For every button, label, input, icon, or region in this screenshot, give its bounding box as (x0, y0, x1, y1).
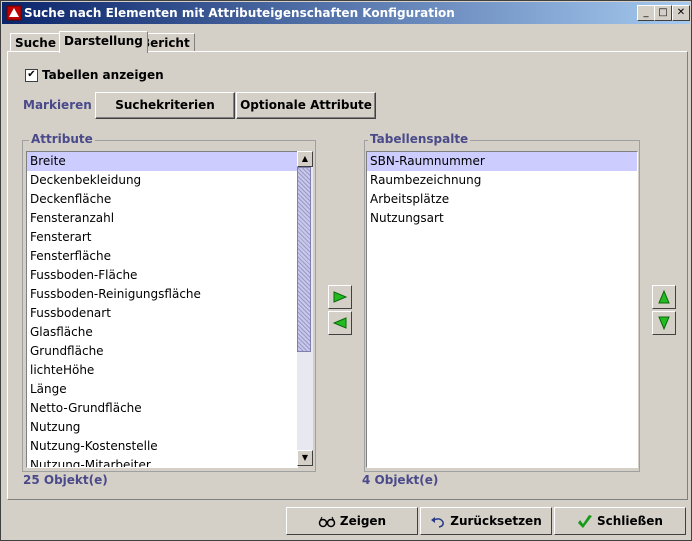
reset-button[interactable]: Zurücksetzen (420, 507, 552, 535)
table-column-group-title: Tabellenspalte (368, 132, 471, 146)
arrow-left-icon (332, 317, 347, 329)
table-column-list-item[interactable]: SBN-Raumnummer (367, 152, 637, 171)
attribute-list-item[interactable]: Länge (27, 380, 297, 399)
move-right-button[interactable] (328, 285, 352, 309)
attribute-list-item[interactable]: Netto-Grundfläche (27, 399, 297, 418)
close-window-button[interactable]: ✕ (672, 5, 690, 21)
move-up-button[interactable] (652, 285, 676, 309)
arrow-right-icon (333, 291, 348, 303)
window-title: Suche nach Elementen mit Attributeigensc… (24, 6, 455, 20)
undo-icon (431, 516, 445, 528)
move-down-button[interactable] (652, 311, 676, 335)
checkmark-icon (578, 514, 592, 528)
attribute-group-title: Attribute (29, 132, 95, 146)
glasses-icon (318, 516, 336, 527)
title-bar[interactable]: Suche nach Elementen mit Attributeigensc… (2, 2, 690, 24)
arrow-down-icon (658, 316, 670, 331)
attribute-list-item[interactable]: Nutzung (27, 418, 297, 437)
attribute-list-item[interactable]: Fussboden-Fläche (27, 266, 297, 285)
attribute-list-item[interactable]: Breite (27, 152, 297, 171)
table-column-list-item[interactable]: Arbeitsplätze (367, 190, 637, 209)
attribute-list-item[interactable]: Deckenbekleidung (27, 171, 297, 190)
tab-suche[interactable]: Suche (10, 33, 61, 52)
move-left-button[interactable] (328, 311, 352, 335)
table-column-list-item[interactable]: Nutzungsart (367, 209, 637, 228)
reset-button-label: Zurücksetzen (450, 514, 542, 528)
close-button-label: Schließen (597, 514, 663, 528)
table-column-count: 4 Objekt(e) (362, 473, 439, 487)
attribute-scrollbar[interactable]: ▲ ▼ (297, 151, 313, 466)
close-button[interactable]: Schließen (554, 507, 686, 535)
table-column-list-item[interactable]: Raumbezeichnung (367, 171, 637, 190)
scroll-up-button[interactable]: ▲ (297, 151, 313, 167)
show-tables-checkbox[interactable]: ✔ (25, 69, 38, 82)
optionale-attribute-button[interactable]: Optionale Attribute (236, 92, 376, 119)
show-tables-label: Tabellen anzeigen (42, 68, 164, 82)
attribute-list-item[interactable]: Nutzung-Kostenstelle (27, 437, 297, 456)
attribute-count: 25 Objekt(e) (23, 473, 108, 487)
show-button-label: Zeigen (339, 514, 387, 528)
attribute-list-item[interactable]: Fensterart (27, 228, 297, 247)
dialog-window: Suche nach Elementen mit Attributeigensc… (0, 0, 692, 541)
arrow-up-icon (658, 289, 670, 304)
attribute-list-item[interactable]: Fensteranzahl (27, 209, 297, 228)
attribute-list-item[interactable]: Deckenfläche (27, 190, 297, 209)
markieren-label: Markieren : (23, 98, 101, 112)
scroll-thumb[interactable] (297, 167, 311, 352)
attribute-list-item[interactable]: Fensterfläche (27, 247, 297, 266)
tab-darstellung[interactable]: Darstellung (59, 31, 148, 53)
show-button[interactable]: Zeigen (286, 507, 418, 535)
attribute-list-item[interactable]: Nutzung-Mitarbeiter (27, 456, 297, 467)
attribute-list[interactable]: Breite Deckenbekleidung Deckenfläche Fenste… (26, 151, 298, 468)
attribute-list-item[interactable]: Fussboden-Reinigungsfläche (27, 285, 297, 304)
suchekriterien-button[interactable]: Suchekriterien (95, 92, 235, 119)
attribute-list-item[interactable]: Fussbodenart (27, 304, 297, 323)
attribute-list-item[interactable]: Glasfläche (27, 323, 297, 342)
maximize-button[interactable]: □ (654, 5, 672, 21)
table-column-list[interactable]: SBN-Raumnummer Raumbezeichnung Arbeitsplät… (366, 151, 638, 468)
attribute-list-item[interactable]: lichteHöhe (27, 361, 297, 380)
app-icon (6, 5, 22, 21)
minimize-button[interactable]: _ (637, 5, 655, 21)
scroll-down-button[interactable]: ▼ (297, 450, 313, 466)
attribute-list-item[interactable]: Grundfläche (27, 342, 297, 361)
